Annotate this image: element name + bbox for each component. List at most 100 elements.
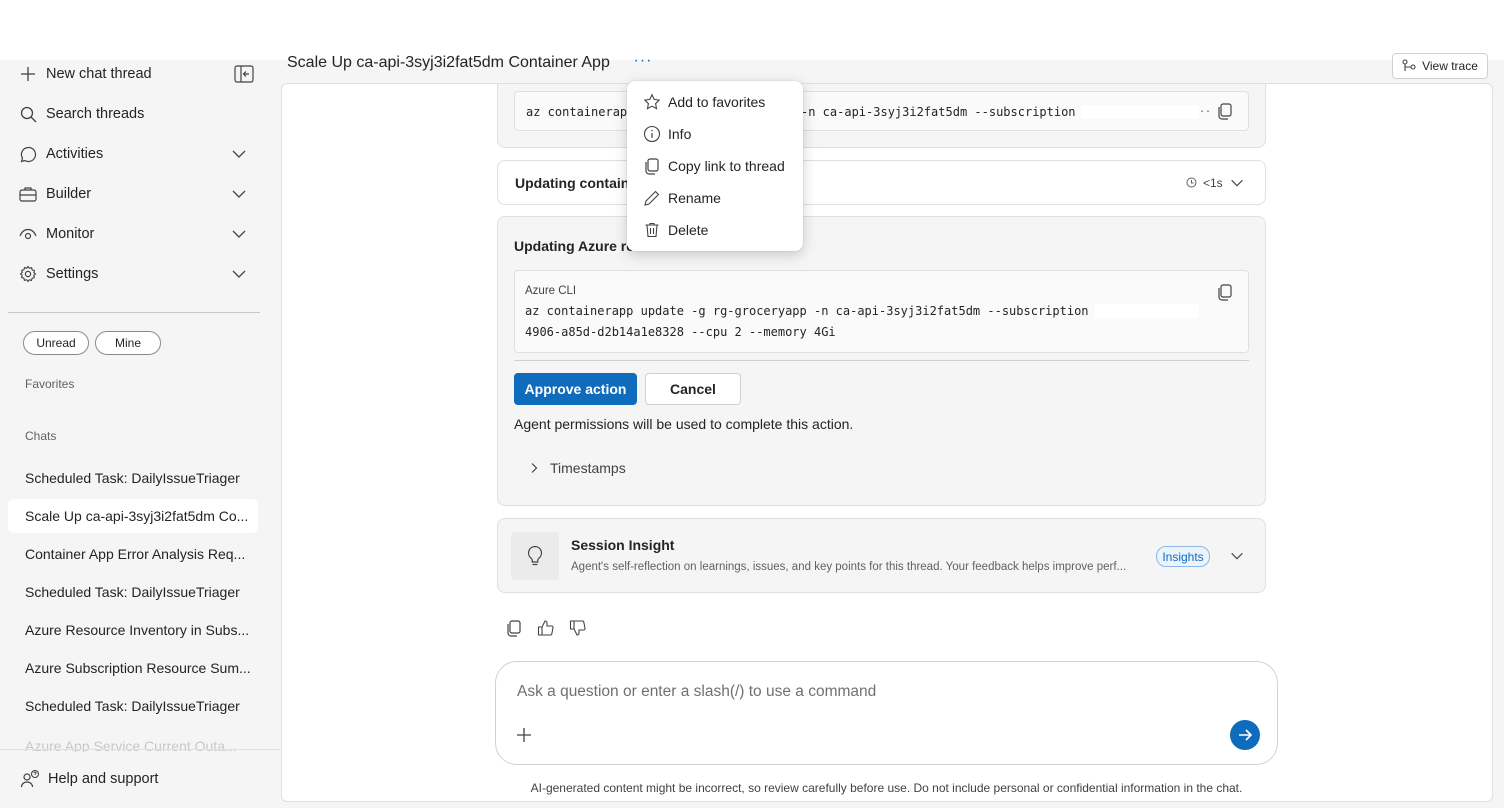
approval-card-title: Updating Azure re (514, 238, 635, 254)
cli-line-2: 4906-a85d-d2b14a1e8328 --cpu 2 --memory … (525, 325, 836, 339)
chevron-down-icon[interactable] (1229, 548, 1245, 564)
view-trace-button[interactable]: View trace (1392, 53, 1488, 79)
chevron-down-icon[interactable] (230, 145, 248, 163)
session-insight-card[interactable]: Session Insight Agent's self-reflection … (497, 518, 1266, 593)
sidebar-item-settings[interactable]: Settings (18, 258, 260, 290)
trash-icon (643, 221, 661, 239)
copy-icon[interactable] (1216, 102, 1234, 120)
copy-icon[interactable] (1216, 283, 1234, 301)
thumbs-down-icon[interactable] (569, 619, 587, 637)
updating-container-title: Updating containe (515, 175, 638, 191)
briefcase-icon (18, 184, 38, 204)
previous-command-box: az containerap -n ca-api-3syj3i2fat5dm -… (514, 91, 1249, 131)
menu-item-rename[interactable]: Rename (627, 183, 803, 213)
chat-list-item[interactable]: Container App Error Analysis Req... (8, 537, 258, 571)
chat-list-item[interactable]: Azure Resource Inventory in Subs... (8, 613, 258, 647)
help-label: Help and support (48, 771, 159, 787)
sidebar-item-monitor[interactable]: Monitor (18, 218, 260, 250)
ai-disclaimer: AI-generated content might be incorrect,… (530, 781, 1243, 795)
search-icon (18, 104, 38, 124)
approve-action-button[interactable]: Approve action (514, 373, 637, 405)
menu-label: Rename (668, 190, 721, 206)
cli-command-box: Azure CLI az containerapp update -g rg-g… (514, 270, 1249, 353)
previous-command-ellipsis: .. (1199, 104, 1212, 115)
permission-note: Agent permissions will be used to comple… (514, 416, 854, 432)
chat-list-item-active[interactable]: Scale Up ca-api-3syj3i2fat5dm Co... (8, 499, 258, 533)
send-button[interactable] (1230, 720, 1260, 750)
thumbs-up-icon[interactable] (537, 619, 555, 637)
chat-input[interactable] (515, 676, 1219, 708)
people-help-icon (20, 769, 40, 789)
search-threads-label: Search threads (46, 106, 145, 122)
menu-item-copy-link[interactable]: Copy link to thread (627, 151, 803, 181)
updating-container-card[interactable]: Updating containe <1s (497, 160, 1266, 205)
clock-icon (1186, 177, 1197, 188)
duration-label: <1s (1203, 176, 1223, 190)
previous-command-end: -n ca-api-3syj3i2fat5dm --subscription (801, 105, 1076, 119)
previous-command-start: az containerap (526, 105, 628, 119)
new-chat-label: New chat thread (46, 66, 152, 82)
insights-badge: Insights (1156, 546, 1210, 567)
add-attachment-icon[interactable] (515, 726, 533, 744)
new-chat-button[interactable]: New chat thread (18, 58, 260, 90)
cancel-button[interactable]: Cancel (645, 373, 741, 405)
trace-icon (1402, 59, 1416, 71)
cli-line-1: az containerapp update -g rg-groceryapp … (525, 304, 1089, 318)
search-threads[interactable]: Search threads (18, 98, 260, 130)
approval-card: Updating Azure re Azure CLI az container… (497, 216, 1266, 506)
favorites-heading: Favorites (25, 377, 75, 391)
activities-label: Activities (46, 146, 104, 162)
chat-list-item[interactable]: Scheduled Task: DailyIssueTriager (8, 575, 258, 609)
page-title: Scale Up ca-api-3syj3i2fat5dm Container … (287, 54, 610, 71)
chat-list-item[interactable]: Scheduled Task: DailyIssueTriager (8, 461, 258, 495)
info-icon (643, 125, 661, 143)
menu-item-add-to-favorites[interactable]: Add to favorites (627, 87, 803, 117)
menu-label: Copy link to thread (668, 158, 785, 174)
gear-icon (18, 264, 38, 284)
sidebar-divider (8, 312, 260, 313)
redacted-subscription (1081, 105, 1199, 119)
timestamps-label: Timestamps (550, 460, 626, 476)
menu-item-info[interactable]: Info (627, 119, 803, 149)
chat-bubble-icon (18, 144, 38, 164)
settings-label: Settings (46, 266, 99, 282)
chevron-down-icon[interactable] (230, 185, 248, 203)
chevron-down-icon[interactable] (1229, 175, 1245, 191)
timestamps-toggle[interactable]: Timestamps (528, 457, 626, 479)
collapse-sidebar-icon[interactable] (234, 65, 254, 83)
chevron-right-icon (531, 463, 538, 473)
sidebar-item-builder[interactable]: Builder (18, 178, 260, 210)
sidebar-item-activities[interactable]: Activities (18, 138, 260, 170)
previous-command-card: az containerap -n ca-api-3syj3i2fat5dm -… (497, 84, 1266, 148)
eye-icon (18, 224, 38, 244)
more-options-button[interactable]: ··· (633, 53, 653, 72)
filter-unread[interactable]: Unread (23, 331, 89, 355)
menu-label: Delete (668, 222, 709, 238)
divider (514, 360, 1249, 361)
redacted-subscription (1095, 304, 1199, 318)
chevron-down-icon[interactable] (230, 225, 248, 243)
thread-options-menu: Add to favorites Info Copy link to threa… (627, 81, 803, 251)
insight-title: Session Insight (571, 537, 675, 553)
copy-icon[interactable] (505, 619, 523, 637)
lightbulb-icon (511, 532, 559, 580)
filter-mine[interactable]: Mine (95, 331, 161, 355)
copy-icon (643, 157, 661, 175)
menu-label: Info (668, 126, 692, 142)
menu-label: Add to favorites (668, 94, 766, 110)
menu-item-delete[interactable]: Delete (627, 215, 803, 245)
pencil-icon (643, 189, 661, 207)
arrow-right-icon (1239, 729, 1253, 741)
sidebar: New chat thread Search threads Activitie… (0, 60, 280, 808)
insight-description: Agent's self-reflection on learnings, is… (571, 561, 1127, 573)
top-bar (0, 0, 1504, 60)
chevron-down-icon[interactable] (230, 265, 248, 283)
monitor-label: Monitor (46, 226, 95, 242)
view-trace-label: View trace (1422, 59, 1478, 73)
chat-list-item[interactable]: Scheduled Task: DailyIssueTriager (8, 689, 258, 723)
help-and-support[interactable]: Help and support (0, 749, 280, 808)
cli-label: Azure CLI (525, 285, 577, 297)
plus-icon (18, 64, 38, 84)
chat-list-item[interactable]: Azure Subscription Resource Sum... (8, 651, 258, 685)
chats-heading: Chats (25, 429, 57, 443)
